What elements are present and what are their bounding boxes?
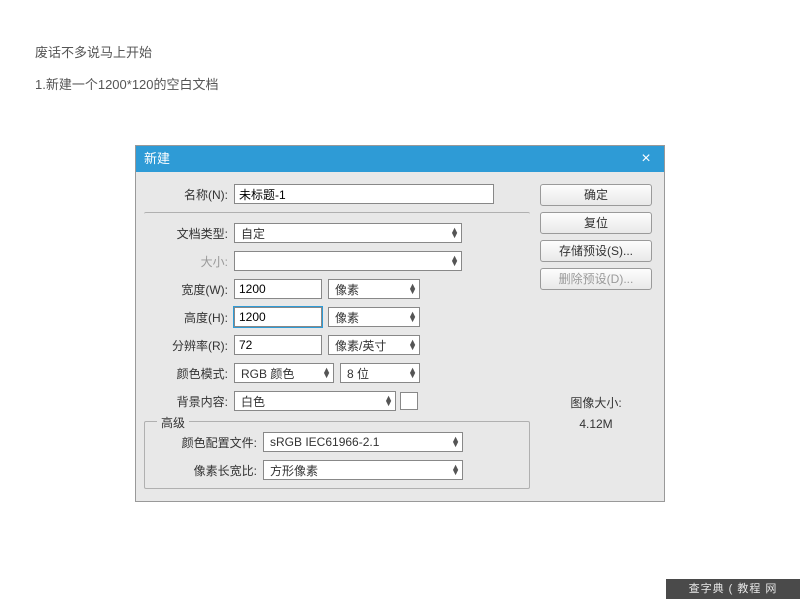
width-label: 宽度(W): (144, 281, 234, 298)
ok-button[interactable]: 确定 (540, 184, 652, 206)
profile-select[interactable]: sRGB IEC61966-2.1 ▲▼ (263, 432, 463, 452)
name-label: 名称(N): (144, 186, 234, 203)
height-label: 高度(H): (144, 309, 234, 326)
chevron-updown-icon: ▲▼ (451, 437, 460, 447)
chevron-updown-icon: ▲▼ (450, 228, 459, 238)
advanced-legend: 高级 (157, 414, 189, 431)
intro-line-1: 废话不多说马上开始 (35, 42, 152, 61)
chevron-updown-icon: ▲▼ (408, 284, 417, 294)
bg-color-swatch[interactable] (400, 392, 418, 410)
doctype-label: 文档类型: (144, 225, 234, 242)
bitdepth-select[interactable]: 8 位 ▲▼ (340, 363, 420, 383)
bgcontents-select[interactable]: 白色 ▲▼ (234, 391, 396, 411)
chevron-updown-icon: ▲▼ (450, 256, 459, 266)
aspect-select[interactable]: 方形像素 ▲▼ (263, 460, 463, 480)
close-icon[interactable]: × (636, 146, 656, 172)
chevron-updown-icon: ▲▼ (408, 368, 417, 378)
dialog-title: 新建 (144, 146, 170, 172)
aspect-label: 像素长宽比: (145, 462, 263, 479)
intro-line-2: 1.新建一个1200*120的空白文档 (35, 74, 219, 93)
chevron-updown-icon: ▲▼ (451, 465, 460, 475)
size-select[interactable]: ▲▼ (234, 251, 462, 271)
chevron-updown-icon: ▲▼ (322, 368, 331, 378)
chevron-updown-icon: ▲▼ (408, 312, 417, 322)
width-input[interactable] (234, 279, 322, 299)
height-input[interactable] (234, 307, 322, 327)
size-label: 大小: (144, 253, 234, 270)
profile-label: 颜色配置文件: (145, 434, 263, 451)
reset-button[interactable]: 复位 (540, 212, 652, 234)
resolution-input[interactable] (234, 335, 322, 355)
resolution-label: 分辨率(R): (144, 337, 234, 354)
save-preset-button[interactable]: 存储预设(S)... (540, 240, 652, 262)
resolution-unit-select[interactable]: 像素/英寸 ▲▼ (328, 335, 420, 355)
colormode-select[interactable]: RGB 颜色 ▲▼ (234, 363, 334, 383)
image-size-block: 图像大小: 4.12M (540, 394, 652, 431)
bgcontents-label: 背景内容: (144, 393, 234, 410)
delete-preset-button[interactable]: 删除预设(D)... (540, 268, 652, 290)
chevron-updown-icon: ▲▼ (384, 396, 393, 406)
image-size-value: 4.12M (540, 417, 652, 431)
width-unit-select[interactable]: 像素 ▲▼ (328, 279, 420, 299)
height-unit-select[interactable]: 像素 ▲▼ (328, 307, 420, 327)
colormode-label: 颜色模式: (144, 365, 234, 382)
dialog-titlebar: 新建 × (136, 146, 664, 172)
new-document-dialog: 新建 × 名称(N): 文档类型: 自定 ▲▼ 大小: (135, 145, 665, 502)
watermark: 查字典 ( 教程 网 (666, 579, 800, 599)
name-input[interactable] (234, 184, 494, 204)
chevron-updown-icon: ▲▼ (408, 340, 417, 350)
doctype-select[interactable]: 自定 ▲▼ (234, 223, 462, 243)
image-size-label: 图像大小: (540, 394, 652, 411)
